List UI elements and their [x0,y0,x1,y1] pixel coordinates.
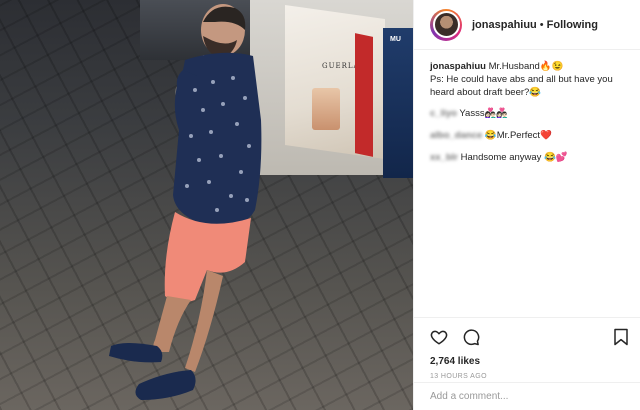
save-button[interactable] [613,328,629,346]
post-header: jonaspahiuu • Following [414,0,640,50]
perfume-bottle [312,88,340,130]
caption-text: Mr.Husband🔥😉 [488,61,564,72]
comment-username-link[interactable]: c_liyo [430,108,457,119]
speech-bubble-icon [463,329,480,346]
bookmark-icon [614,328,628,346]
comment-username-link[interactable]: albo_dance [430,130,482,141]
comment-text: 😂Mr.Perfect❤️ [484,130,552,141]
add-comment-bar [414,382,640,410]
post-caption: jonaspahiuu Mr.Husband🔥😉 Ps: He could ha… [430,60,628,99]
likes-count[interactable]: 2,764 likes [430,356,629,367]
header-separator: • [539,18,544,31]
header-text: jonaspahiuu • Following [472,19,598,31]
comment-text: Yasss👩🏻‍❤️‍👨🏻👩🏻‍❤️‍👨🏻 [459,108,509,119]
post-photo[interactable]: GUERLAIN MU [0,0,413,410]
person-figure [109,4,262,400]
story-ring[interactable] [430,8,462,41]
post-timestamp[interactable]: 13 HOURS AGO [430,373,629,380]
comments-list: jonaspahiuu Mr.Husband🔥😉 Ps: He could ha… [414,50,640,164]
blue-shop-wall [383,28,413,178]
red-shop-banner [355,33,373,157]
avatar[interactable] [432,11,460,38]
header-username-link[interactable]: jonaspahiuu [472,19,537,31]
comment-item: albo_dance 😂Mr.Perfect❤️ [430,129,628,142]
comment-item: c_liyo Yasss👩🏻‍❤️‍👨🏻👩🏻‍❤️‍👨🏻 [430,107,628,120]
like-button[interactable] [430,328,448,346]
caption-text-line-2: Ps: He could have abs and all but have y… [430,74,613,98]
comment-text: Handsome anyway 😂💕 [460,152,568,163]
blue-shop-label: MU [390,36,401,43]
following-button[interactable]: Following [547,19,598,31]
post-actions-section: 2,764 likes 13 HOURS AGO [414,317,640,380]
add-comment-input[interactable] [430,391,629,402]
comment-username-link[interactable]: xx_blr [430,152,458,163]
comment-item: xx_blr Handsome anyway 😂💕 [430,151,628,164]
action-bar [430,324,629,350]
post-sidebar: jonaspahiuu • Following jonaspahiuu Mr.Hus… [413,0,640,410]
heart-outline-icon [430,330,448,345]
caption-username-link[interactable]: jonaspahiuu [430,61,486,72]
comment-button[interactable] [462,328,480,346]
